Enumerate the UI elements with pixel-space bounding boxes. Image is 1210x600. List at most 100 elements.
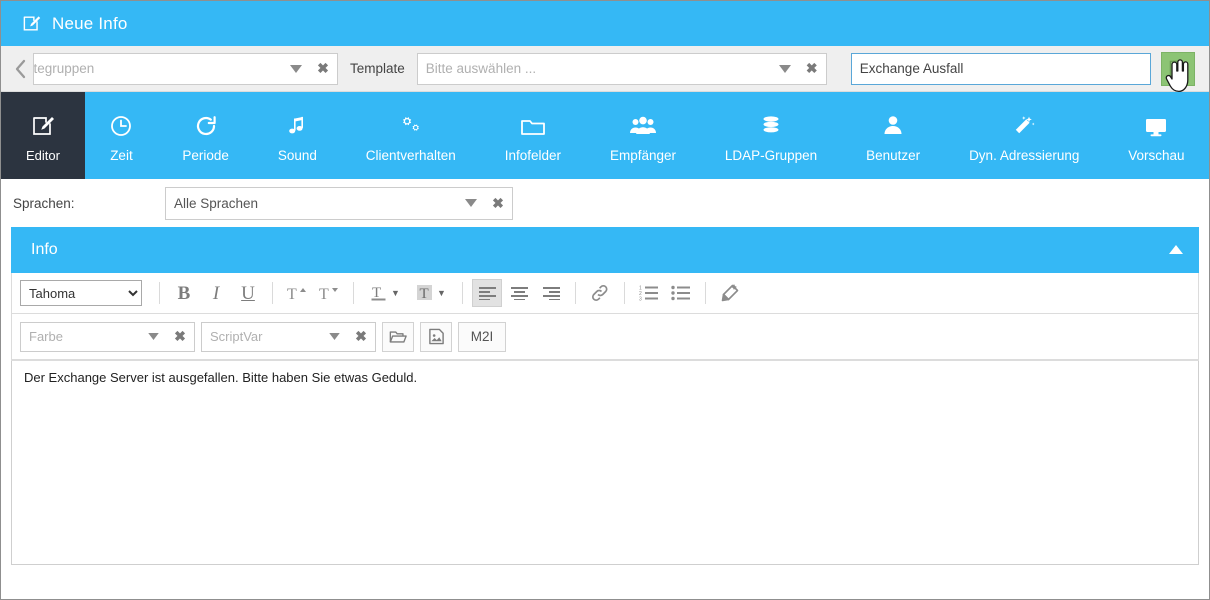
tab-sound-label: Sound — [277, 148, 317, 163]
italic-button[interactable]: I — [201, 279, 231, 307]
svg-text:3: 3 — [639, 297, 642, 302]
tab-clientverhalten[interactable]: Clientverhalten — [341, 92, 480, 179]
edit-square-icon — [21, 14, 41, 34]
toolbar-divider — [705, 282, 706, 304]
caret-down-icon[interactable] — [283, 64, 309, 73]
m2i-button[interactable]: M2I — [458, 321, 506, 352]
align-right-button[interactable] — [536, 279, 566, 307]
tab-ldap-gruppen[interactable]: LDAP-Gruppen — [700, 92, 841, 179]
save-button[interactable] — [1160, 51, 1195, 86]
open-folder-icon[interactable] — [382, 321, 414, 352]
scriptvar-select-value: ScriptVar — [210, 329, 263, 344]
chevron-up-icon[interactable] — [1169, 241, 1183, 259]
image-icon[interactable] — [420, 321, 452, 352]
tab-editor-label: Editor — [26, 148, 60, 163]
editor-content-frame[interactable]: Der Exchange Server ist ausgefallen. Bit… — [11, 361, 1199, 565]
category-group-value: ategruppen — [33, 61, 95, 76]
refresh-icon — [194, 108, 218, 138]
tab-empfaenger[interactable]: Empfänger — [585, 92, 700, 179]
bold-button[interactable]: B — [169, 279, 199, 307]
languages-value: Alle Sprachen — [174, 195, 259, 211]
svg-text:T: T — [420, 286, 429, 302]
tab-sound[interactable]: Sound — [253, 92, 341, 179]
template-value: Bitte auswählen ... — [425, 61, 537, 76]
gears-icon — [398, 108, 424, 138]
caret-down-icon[interactable] — [140, 333, 166, 340]
music-note-icon — [285, 108, 309, 138]
editor-toolbar-row-2: Farbe ✖ ScriptVar ✖ M2I — [12, 314, 1198, 360]
window-title-bar: Neue Info — [1, 1, 1209, 46]
caret-down-icon[interactable]: ▼ — [391, 288, 400, 298]
application-window: Neue Info ategruppen ✖ Template Bitte au… — [0, 0, 1210, 600]
svg-text:T: T — [287, 286, 297, 303]
template-select[interactable]: Bitte auswählen ... ✖ — [416, 52, 827, 85]
toolbar-divider — [624, 282, 625, 304]
tab-dyn-adressierung[interactable]: Dyn. Adressierung — [945, 92, 1104, 179]
clock-icon — [109, 108, 133, 138]
tab-vorschau[interactable]: Vorschau — [1104, 92, 1209, 179]
magic-wand-icon — [1012, 108, 1036, 138]
highlight-color-button[interactable]: T ▼ — [409, 279, 453, 307]
clear-x-icon[interactable]: ✖ — [309, 60, 337, 77]
clear-formatting-icon[interactable] — [715, 279, 745, 307]
tab-clientverhalten-label: Clientverhalten — [365, 148, 456, 163]
secondary-toolbar: ategruppen ✖ Template Bitte auswählen ..… — [1, 46, 1209, 92]
tab-editor[interactable]: Editor — [1, 92, 85, 179]
database-icon — [759, 108, 783, 138]
text-color-button[interactable]: T ▼ — [363, 279, 407, 307]
tab-ldap-gruppen-label: LDAP-Gruppen — [724, 148, 818, 163]
color-select-value: Farbe — [29, 329, 63, 344]
toolbar-divider — [353, 282, 354, 304]
info-panel-header[interactable]: Info — [11, 227, 1199, 273]
tab-infofelder[interactable]: Infofelder — [480, 92, 585, 179]
users-group-icon — [629, 108, 657, 138]
underline-button[interactable]: U — [233, 279, 263, 307]
info-panel-title: Info — [31, 241, 58, 258]
ordered-list-button[interactable]: 1 2 3 — [634, 279, 664, 307]
category-group-select[interactable]: ategruppen ✖ — [33, 52, 338, 85]
decrease-font-size-button[interactable]: T — [314, 279, 344, 307]
tab-benutzer[interactable]: Benutzer — [842, 92, 945, 179]
tab-infofelder-label: Infofelder — [504, 148, 562, 163]
editor-body-text[interactable]: Der Exchange Server ist ausgefallen. Bit… — [12, 361, 1198, 561]
page-title: Neue Info — [52, 13, 128, 33]
languages-row: Sprachen: Alle Sprachen ✖ — [1, 179, 1209, 227]
tab-vorschau-label: Vorschau — [1128, 148, 1185, 163]
toolbar-divider — [272, 282, 273, 304]
color-select[interactable]: Farbe ✖ — [20, 321, 195, 352]
caret-down-icon[interactable]: ▼ — [437, 288, 446, 298]
tab-dyn-adressierung-label: Dyn. Adressierung — [969, 148, 1080, 163]
toolbar-divider — [159, 282, 160, 304]
template-label: Template — [350, 61, 405, 76]
tab-periode[interactable]: Periode — [158, 92, 253, 179]
info-panel-body: Tahoma B I U T T T ▼ T ▼ 1 2 3 Farbe ✖ S… — [11, 273, 1199, 361]
clear-x-icon[interactable]: ✖ — [484, 195, 512, 212]
toolbar-divider — [575, 282, 576, 304]
main-content: Sprachen: Alle Sprachen ✖ Info Tahoma B — [1, 179, 1209, 565]
languages-select[interactable]: Alle Sprachen ✖ — [165, 186, 513, 220]
font-family-select[interactable]: Tahoma — [20, 280, 142, 306]
tab-zeit[interactable]: Zeit — [85, 92, 158, 179]
align-center-button[interactable] — [504, 279, 534, 307]
clear-x-icon[interactable]: ✖ — [798, 60, 826, 77]
user-icon — [882, 108, 904, 138]
monitor-icon — [1144, 108, 1168, 138]
main-tab-bar: Editor Zeit Periode Sound Clientverhalte… — [1, 92, 1209, 179]
tab-periode-label: Periode — [182, 148, 229, 163]
scriptvar-select[interactable]: ScriptVar ✖ — [201, 321, 376, 352]
tab-zeit-label: Zeit — [110, 148, 133, 163]
insert-link-icon[interactable] — [585, 279, 615, 307]
info-title-input[interactable] — [850, 52, 1151, 85]
unordered-list-button[interactable] — [666, 279, 696, 307]
caret-down-icon[interactable] — [458, 199, 484, 207]
increase-font-size-button[interactable]: T — [282, 279, 312, 307]
clear-x-icon[interactable]: ✖ — [166, 328, 194, 345]
back-button[interactable] — [9, 55, 31, 83]
svg-text:T: T — [319, 286, 329, 303]
caret-down-icon[interactable] — [772, 64, 798, 73]
clear-x-icon[interactable]: ✖ — [347, 328, 375, 345]
align-left-button[interactable] — [472, 279, 502, 307]
folder-icon — [520, 108, 546, 138]
tab-empfaenger-label: Empfänger — [609, 148, 676, 163]
caret-down-icon[interactable] — [321, 333, 347, 340]
